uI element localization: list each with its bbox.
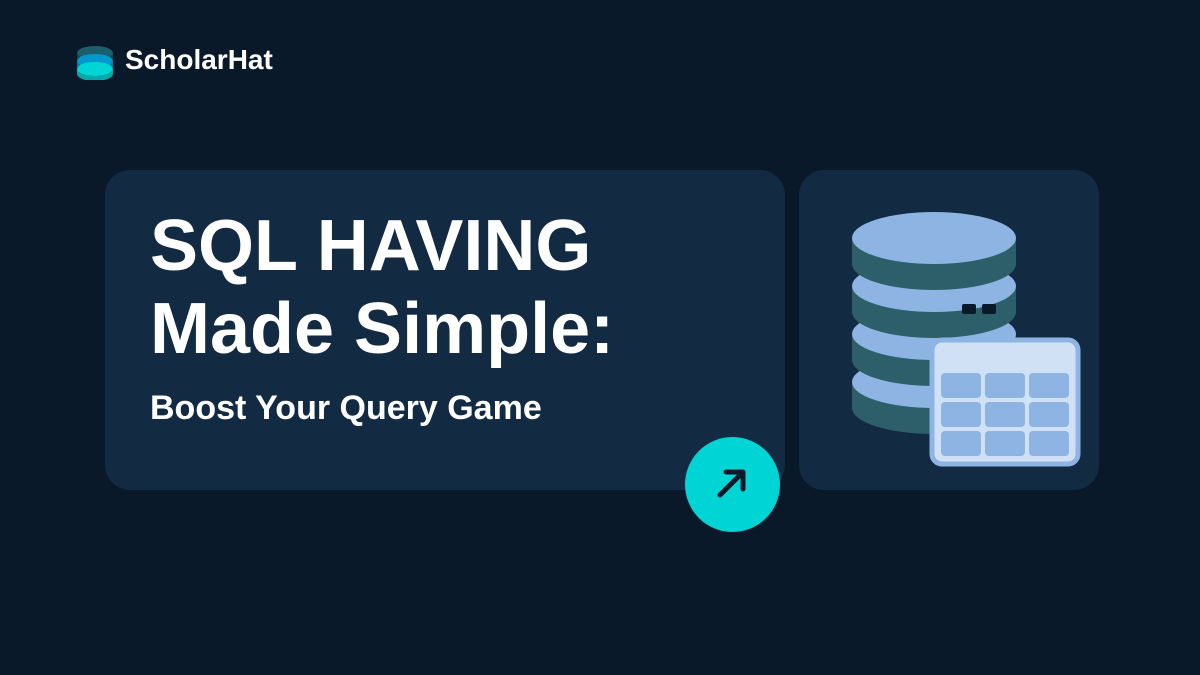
graphic-card — [799, 170, 1099, 490]
text-card: SQL HAVING Made Simple: Boost Your Query… — [105, 170, 785, 490]
logo: ScholarHat — [75, 40, 273, 80]
arrow-badge — [685, 437, 780, 532]
table-icon — [929, 337, 1081, 472]
arrow-icon — [710, 460, 755, 510]
content-container: SQL HAVING Made Simple: Boost Your Query… — [105, 170, 1099, 490]
title-line-2: Made Simple: — [150, 288, 740, 371]
subtitle: Boost Your Query Game — [150, 389, 740, 428]
title-line-1: SQL HAVING — [150, 205, 740, 288]
scholarhat-icon — [75, 40, 115, 80]
logo-text: ScholarHat — [125, 44, 273, 76]
